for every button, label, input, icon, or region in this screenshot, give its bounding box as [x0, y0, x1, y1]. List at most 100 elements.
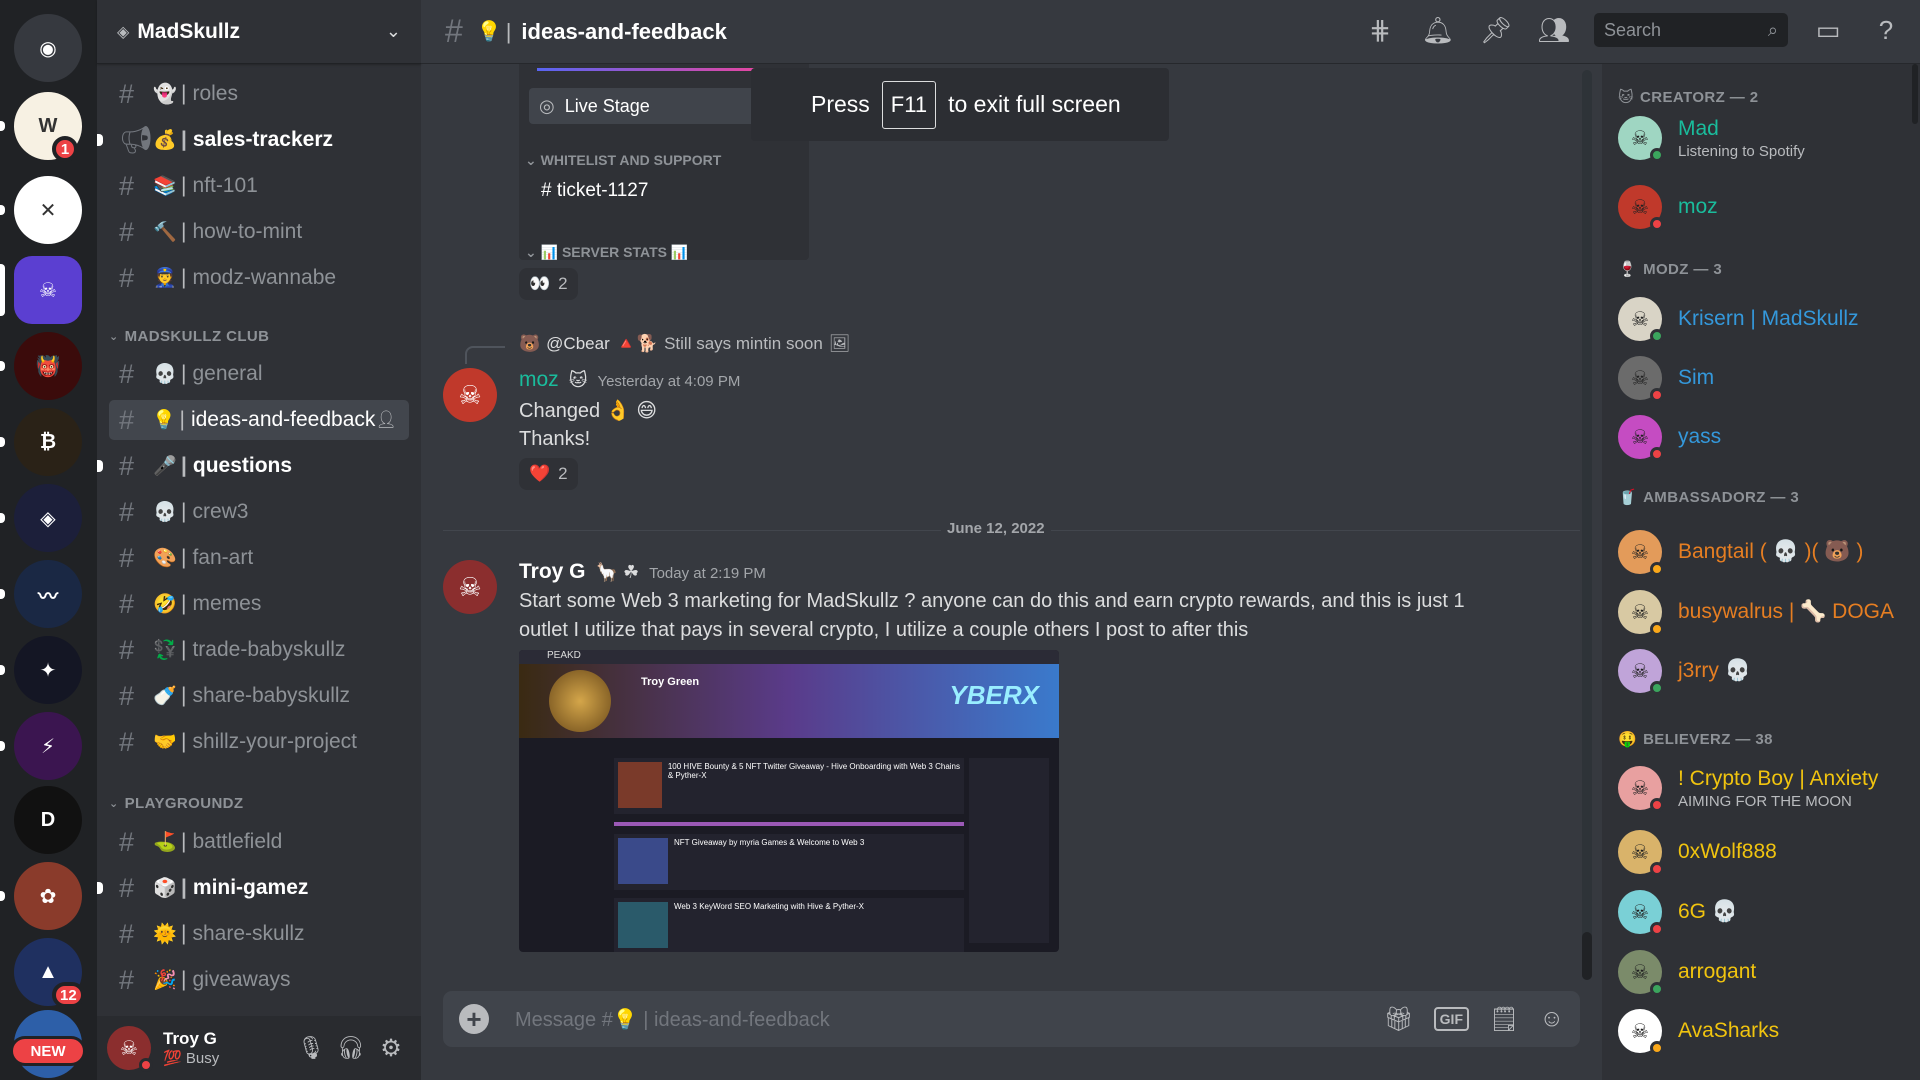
moz-avatar[interactable]: ☠: [443, 368, 497, 422]
channel-name: roles: [192, 82, 238, 105]
server-unread-pill: [0, 121, 5, 131]
member-activity: AIMING FOR THE MOON: [1678, 792, 1852, 810]
upload-plus-icon[interactable]: +: [459, 1004, 489, 1034]
headphones-icon[interactable]: 🎧︎: [331, 1035, 371, 1061]
guild-header[interactable]: ◈ MadSkullz ⌄: [97, 0, 421, 64]
member-item[interactable]: ☠ Krisern | MadSkullz: [1618, 293, 1908, 345]
server-icon[interactable]: ◈: [14, 484, 82, 552]
category-header[interactable]: ⌄ PLAYGROUNDZ: [109, 795, 243, 812]
member-avatar: ☠: [1618, 530, 1664, 576]
member-item[interactable]: ☠ ! Crypto Boy | Anxiety AIMING FOR THE MO…: [1618, 762, 1908, 814]
member-item[interactable]: ☠ j3rry 💀: [1618, 645, 1908, 697]
troy-avatar[interactable]: ☠: [443, 560, 497, 614]
channel-battlefield[interactable]: # ⛳ | battlefield: [109, 822, 409, 862]
channel-general[interactable]: # 💀 | general: [109, 354, 409, 394]
channel-trade-babyskullz[interactable]: # 💱 | trade-babyskullz: [109, 630, 409, 670]
member-item[interactable]: ☠ moz: [1618, 181, 1908, 233]
emoji-picker-icon[interactable]: ☺: [1539, 1005, 1564, 1033]
threads-icon[interactable]: ⋕: [1362, 12, 1398, 48]
channel-how-to-mint[interactable]: # 🔨 | how-to-mint: [109, 212, 409, 252]
user-info[interactable]: Troy G 💯 Busy: [163, 1029, 291, 1067]
status-dot: [1650, 681, 1664, 695]
user-avatar[interactable]: ☠: [107, 1026, 153, 1072]
message-author[interactable]: moz: [519, 368, 559, 392]
member-item[interactable]: ☠ 0xWolf888: [1618, 826, 1908, 878]
channel-divider: |: [179, 408, 185, 431]
reply-preview[interactable]: 🐻 @Cbear 🔺🐕 Still says mintin soon 🖼: [519, 334, 850, 354]
server-icon[interactable]: ⚡: [14, 712, 82, 780]
message-author[interactable]: Troy G: [519, 560, 586, 584]
pin-icon[interactable]: 📌︎: [1478, 12, 1514, 48]
channel-shillz-your-project[interactable]: # 🤝 | shillz-your-project: [109, 722, 409, 762]
member-scrollbar[interactable]: [1912, 64, 1918, 124]
message-composer[interactable]: + Message #💡 | ideas-and-feedback 🎁︎ GIF…: [443, 991, 1580, 1047]
server-icon[interactable]: 〰: [14, 560, 82, 628]
reaction-eyes[interactable]: 👀 2: [519, 268, 578, 300]
scrollbar-thumb[interactable]: [1582, 932, 1592, 980]
server-icon[interactable]: D: [14, 786, 82, 854]
boost-icon: ◈: [117, 23, 130, 41]
settings-gear-icon[interactable]: ⚙: [371, 1034, 411, 1063]
member-item[interactable]: ☠ Sim: [1618, 352, 1908, 404]
server-icon[interactable]: ₿: [14, 408, 82, 476]
gift-icon[interactable]: 🎁︎: [1383, 1005, 1413, 1034]
member-name: yass: [1678, 425, 1722, 448]
channel-ideas-and-feedback[interactable]: # 💡 | ideas-and-feedback 👤︎: [109, 400, 409, 440]
channel-share-babyskullz[interactable]: # 🍼 | share-babyskullz: [109, 676, 409, 716]
server-icon[interactable]: ✿: [14, 862, 82, 930]
search-icon: ⌕: [1767, 19, 1778, 40]
channel-roles[interactable]: # 👻 | roles: [109, 74, 409, 114]
channel-name: how-to-mint: [192, 220, 303, 243]
server-icon[interactable]: ☠: [14, 256, 82, 324]
bell-icon[interactable]: 🔔︎: [1420, 12, 1456, 48]
channel-share-skullz[interactable]: # 🌞 | share-skullz: [109, 914, 409, 954]
member-item[interactable]: ☠ Mad Listening to Spotify: [1618, 112, 1908, 164]
server-icon[interactable]: ✦: [14, 636, 82, 704]
channel-hash-icon: #: [119, 680, 135, 711]
message-input[interactable]: Message #💡 | ideas-and-feedback: [515, 1007, 1383, 1032]
status-dot: [1650, 217, 1664, 231]
guild-name: MadSkullz: [137, 19, 240, 43]
add-member-icon[interactable]: 👤︎: [375, 410, 397, 430]
member-item[interactable]: ☠ AvaSharks: [1618, 1005, 1908, 1057]
topbar-actions: ⋕ 🔔︎ 📌︎ 👥︎ Search ⌕ ▭ ?: [1362, 12, 1904, 48]
channel-nft-101[interactable]: # 📚 | nft-101: [109, 166, 409, 206]
help-icon[interactable]: ?: [1868, 12, 1904, 48]
member-avatar: ☠: [1618, 356, 1664, 402]
gif-button[interactable]: GIF: [1433, 1007, 1470, 1031]
server-icon[interactable]: ✕: [14, 176, 82, 244]
attachment-image[interactable]: PEAKD Troy Green YBERX 100 HIVE Bounty &…: [519, 650, 1059, 952]
group-title: AMBASSADORZ — 3: [1643, 488, 1800, 506]
members-icon[interactable]: 👥︎: [1536, 12, 1572, 48]
server-icon[interactable]: 👹: [14, 332, 82, 400]
search-input[interactable]: Search ⌕: [1594, 13, 1788, 47]
channel-hash-icon: #: [119, 872, 135, 903]
category-header[interactable]: ⌄ MADSKULLZ CLUB: [109, 328, 269, 345]
channel-divider: |: [181, 174, 187, 197]
member-item[interactable]: ☠ Bangtail ( 💀 )( 🐻 ): [1618, 526, 1908, 578]
status-dot: [1650, 447, 1664, 461]
group-emoji: 🍷: [1618, 261, 1638, 278]
channel-fan-art[interactable]: # 🎨 | fan-art: [109, 538, 409, 578]
channel-hash-icon: #: [119, 634, 135, 665]
channel-hash-icon: #: [119, 496, 135, 527]
chevron-down-icon[interactable]: ⌄: [386, 21, 401, 42]
channel-topbar: # 💡 | ideas-and-feedback ⋕ 🔔︎ 📌︎ 👥︎ Sear…: [421, 0, 1920, 64]
channel-questions[interactable]: # 🎤 | questions: [97, 446, 409, 486]
channel-crew3[interactable]: # 💀 | crew3: [109, 492, 409, 532]
sticker-icon[interactable]: 🗒︎: [1489, 1005, 1519, 1034]
channel-giveaways[interactable]: # 🎉 | giveaways: [109, 960, 409, 1000]
member-item[interactable]: ☠ yass: [1618, 411, 1908, 463]
channel-memes[interactable]: # 🤣 | memes: [109, 584, 409, 624]
channel-modz-wannabe[interactable]: # 👮 | modz-wannabe: [109, 258, 409, 298]
member-item[interactable]: ☠ busywalrus | 🦴 DOGA: [1618, 586, 1908, 638]
member-item[interactable]: ☠ 6G 💀: [1618, 886, 1908, 938]
channel-sales-trackerz[interactable]: 📢︎ 💰 | sales-trackerz: [97, 120, 409, 160]
chat-scrollbar[interactable]: [1582, 70, 1592, 980]
server-icon[interactable]: ◉: [14, 14, 82, 82]
inbox-icon[interactable]: ▭: [1810, 12, 1846, 48]
channel-mini-gamez[interactable]: # 🎲 | mini-gamez: [97, 868, 409, 908]
member-item[interactable]: ☠ arrogant: [1618, 946, 1908, 998]
reaction-heart[interactable]: ❤️ 2: [519, 458, 578, 490]
mute-icon[interactable]: 🎙︎: [291, 1035, 331, 1061]
